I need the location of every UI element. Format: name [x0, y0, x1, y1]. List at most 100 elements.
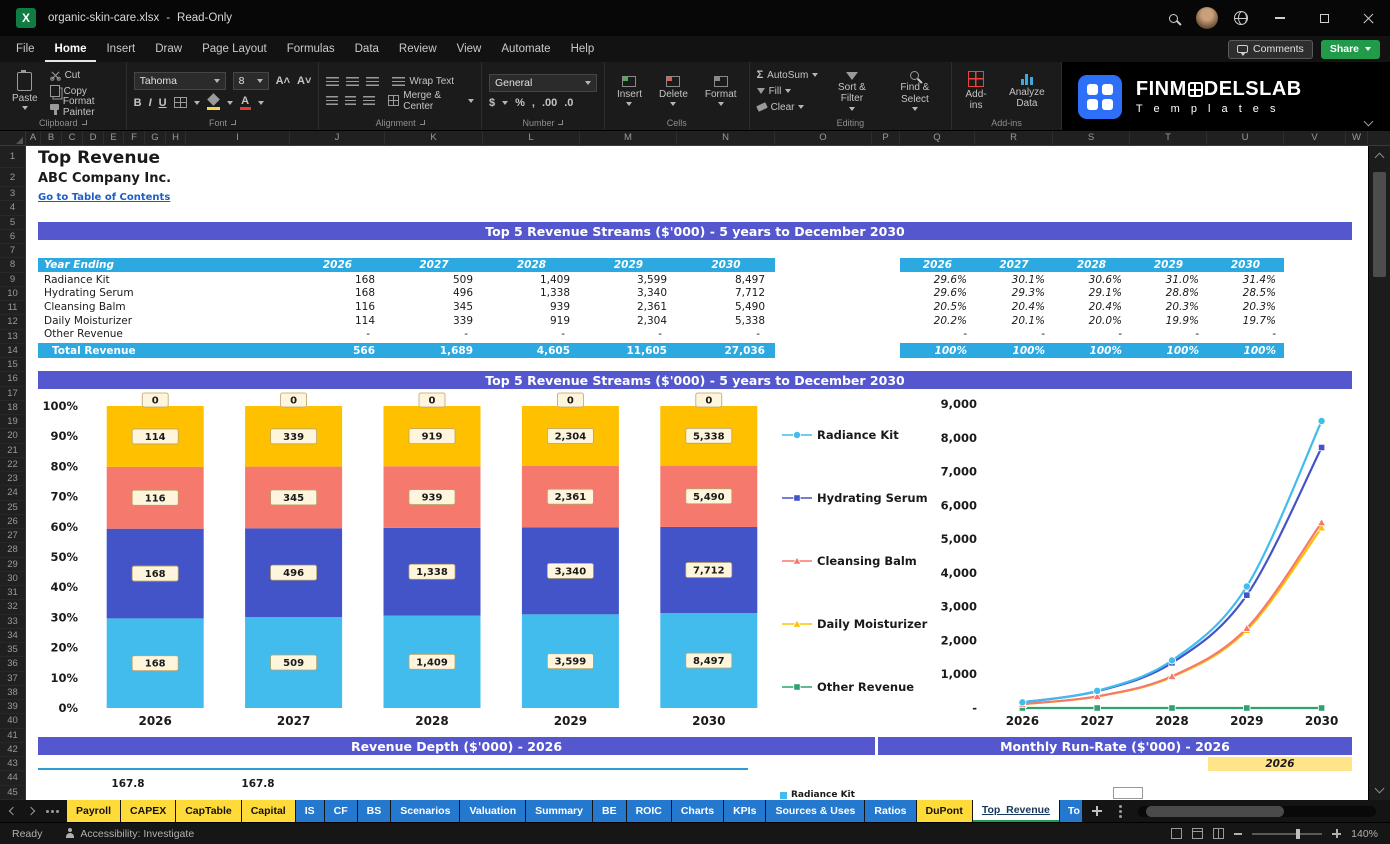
- cut-button[interactable]: Cut: [50, 68, 119, 82]
- column-header-U[interactable]: U: [1207, 131, 1284, 145]
- sheet-tab-is[interactable]: IS: [296, 800, 324, 822]
- column-header-C[interactable]: C: [62, 131, 83, 145]
- sheet-tab-to[interactable]: To: [1060, 800, 1082, 822]
- value-cell[interactable]: -: [483, 327, 580, 341]
- row-header-4[interactable]: 4: [0, 201, 25, 215]
- fill-button[interactable]: Fill: [757, 84, 819, 98]
- column-header-F[interactable]: F: [124, 131, 145, 145]
- row-header-28[interactable]: 28: [0, 543, 25, 557]
- year-ending-header[interactable]: Year Ending: [38, 258, 290, 272]
- mix-value-cell[interactable]: 20.4%: [1053, 300, 1130, 314]
- align-bottom-icon[interactable]: [366, 77, 379, 86]
- sheet-tab-charts[interactable]: Charts: [672, 800, 723, 822]
- sheet-tab-summary[interactable]: Summary: [526, 800, 592, 822]
- row-header-11[interactable]: 11: [0, 301, 25, 315]
- account-button[interactable]: [1190, 0, 1224, 36]
- page-break-view-icon[interactable]: [1213, 828, 1224, 839]
- column-header-H[interactable]: H: [166, 131, 186, 145]
- select-all-corner[interactable]: [0, 131, 26, 146]
- row-header-15[interactable]: 15: [0, 358, 25, 372]
- mix-value-cell[interactable]: 20.1%: [975, 314, 1053, 328]
- sheet-tab-cf[interactable]: CF: [325, 800, 357, 822]
- column-header-D[interactable]: D: [83, 131, 104, 145]
- number-format-select[interactable]: General: [489, 74, 597, 92]
- row-header-20[interactable]: 20: [0, 429, 25, 443]
- mix-total-cell[interactable]: 100%: [975, 343, 1053, 358]
- row-header-6[interactable]: 6: [0, 230, 25, 244]
- italic-button[interactable]: I: [149, 97, 152, 109]
- tab-menu-icon[interactable]: [1119, 810, 1122, 813]
- total-value-cell[interactable]: 566: [290, 343, 385, 358]
- total-value-cell[interactable]: 27,036: [677, 343, 775, 358]
- mix-year-header-2027[interactable]: 2027: [975, 258, 1053, 272]
- row-header-32[interactable]: 32: [0, 600, 25, 614]
- row-header-21[interactable]: 21: [0, 444, 25, 458]
- row-label-radiance-kit[interactable]: Radiance Kit: [38, 273, 290, 287]
- sheet-tab-capex[interactable]: CAPEX: [121, 800, 175, 822]
- year-header-2027[interactable]: 2027: [385, 258, 483, 272]
- row-header-14[interactable]: 14: [0, 344, 25, 358]
- number-button-0[interactable]: .0: [564, 97, 573, 109]
- paste-button[interactable]: Paste: [7, 71, 43, 112]
- row-header-12[interactable]: 12: [0, 315, 25, 329]
- sort-filter-button[interactable]: Sort & Filter: [825, 71, 878, 112]
- row-header-7[interactable]: 7: [0, 244, 25, 258]
- zoom-out-icon[interactable]: [1234, 833, 1242, 835]
- value-cell[interactable]: 339: [385, 314, 483, 328]
- row-header-17[interactable]: 17: [0, 387, 25, 401]
- mix-value-cell[interactable]: 28.8%: [1130, 287, 1207, 301]
- sheet-tab-capital[interactable]: Capital: [242, 800, 295, 822]
- font-size-select[interactable]: 8: [233, 72, 269, 90]
- menu-file[interactable]: File: [6, 36, 45, 62]
- mix-total-cell[interactable]: 100%: [1207, 343, 1284, 358]
- vertical-scrollbar[interactable]: [1368, 146, 1390, 800]
- toc-link[interactable]: Go to Table of Contents: [38, 192, 170, 203]
- mix-value-cell[interactable]: -: [1053, 327, 1130, 341]
- align-top-icon[interactable]: [326, 77, 339, 86]
- network-button[interactable]: [1224, 0, 1258, 36]
- row-header-41[interactable]: 41: [0, 729, 25, 743]
- find-select-button[interactable]: Find & Select: [886, 70, 945, 112]
- menu-data[interactable]: Data: [345, 36, 389, 62]
- align-middle-icon[interactable]: [346, 77, 359, 86]
- mix-value-cell[interactable]: 20.5%: [900, 300, 975, 314]
- zoom-slider-thumb[interactable]: [1296, 829, 1300, 839]
- normal-view-icon[interactable]: [1171, 828, 1182, 839]
- value-cell[interactable]: 168: [290, 287, 385, 301]
- mix-value-cell[interactable]: 20.3%: [1130, 300, 1207, 314]
- value-cell[interactable]: 509: [385, 273, 483, 287]
- value-cell[interactable]: 496: [385, 287, 483, 301]
- column-header-E[interactable]: E: [104, 131, 124, 145]
- vertical-scroll-thumb[interactable]: [1373, 172, 1386, 277]
- mix-value-cell[interactable]: 29.3%: [975, 287, 1053, 301]
- mix-value-cell[interactable]: 30.6%: [1053, 273, 1130, 287]
- mix-value-cell[interactable]: 30.1%: [975, 273, 1053, 287]
- bold-button[interactable]: B: [134, 97, 142, 109]
- row-header-27[interactable]: 27: [0, 529, 25, 543]
- tab-scroll-left-icon[interactable]: [9, 807, 17, 815]
- mix-value-cell[interactable]: -: [1207, 327, 1284, 341]
- value-cell[interactable]: 5,338: [677, 314, 775, 328]
- decrease-font-button[interactable]: A˅: [297, 75, 311, 87]
- row-header-38[interactable]: 38: [0, 686, 25, 700]
- row-header-42[interactable]: 42: [0, 743, 25, 757]
- mix-value-cell[interactable]: -: [900, 327, 975, 341]
- menu-formulas[interactable]: Formulas: [277, 36, 345, 62]
- scroll-down-icon[interactable]: [1375, 784, 1385, 794]
- value-cell[interactable]: 1,409: [483, 273, 580, 287]
- row-header-10[interactable]: 10: [0, 287, 25, 301]
- row-header-37[interactable]: 37: [0, 672, 25, 686]
- menu-help[interactable]: Help: [561, 36, 605, 62]
- column-header-S[interactable]: S: [1053, 131, 1130, 145]
- row-header-45[interactable]: 45: [0, 786, 25, 800]
- row-header-23[interactable]: 23: [0, 472, 25, 486]
- minimize-button[interactable]: [1258, 0, 1302, 36]
- row-label-hydrating-serum[interactable]: Hydrating Serum: [38, 287, 290, 301]
- tab-list-icon[interactable]: [46, 810, 49, 813]
- addins-button[interactable]: Add-ins: [959, 70, 993, 113]
- year-header-2026[interactable]: 2026: [290, 258, 385, 272]
- align-right-icon[interactable]: [363, 96, 374, 105]
- row-header-39[interactable]: 39: [0, 700, 25, 714]
- row-header-44[interactable]: 44: [0, 771, 25, 785]
- row-header-13[interactable]: 13: [0, 330, 25, 344]
